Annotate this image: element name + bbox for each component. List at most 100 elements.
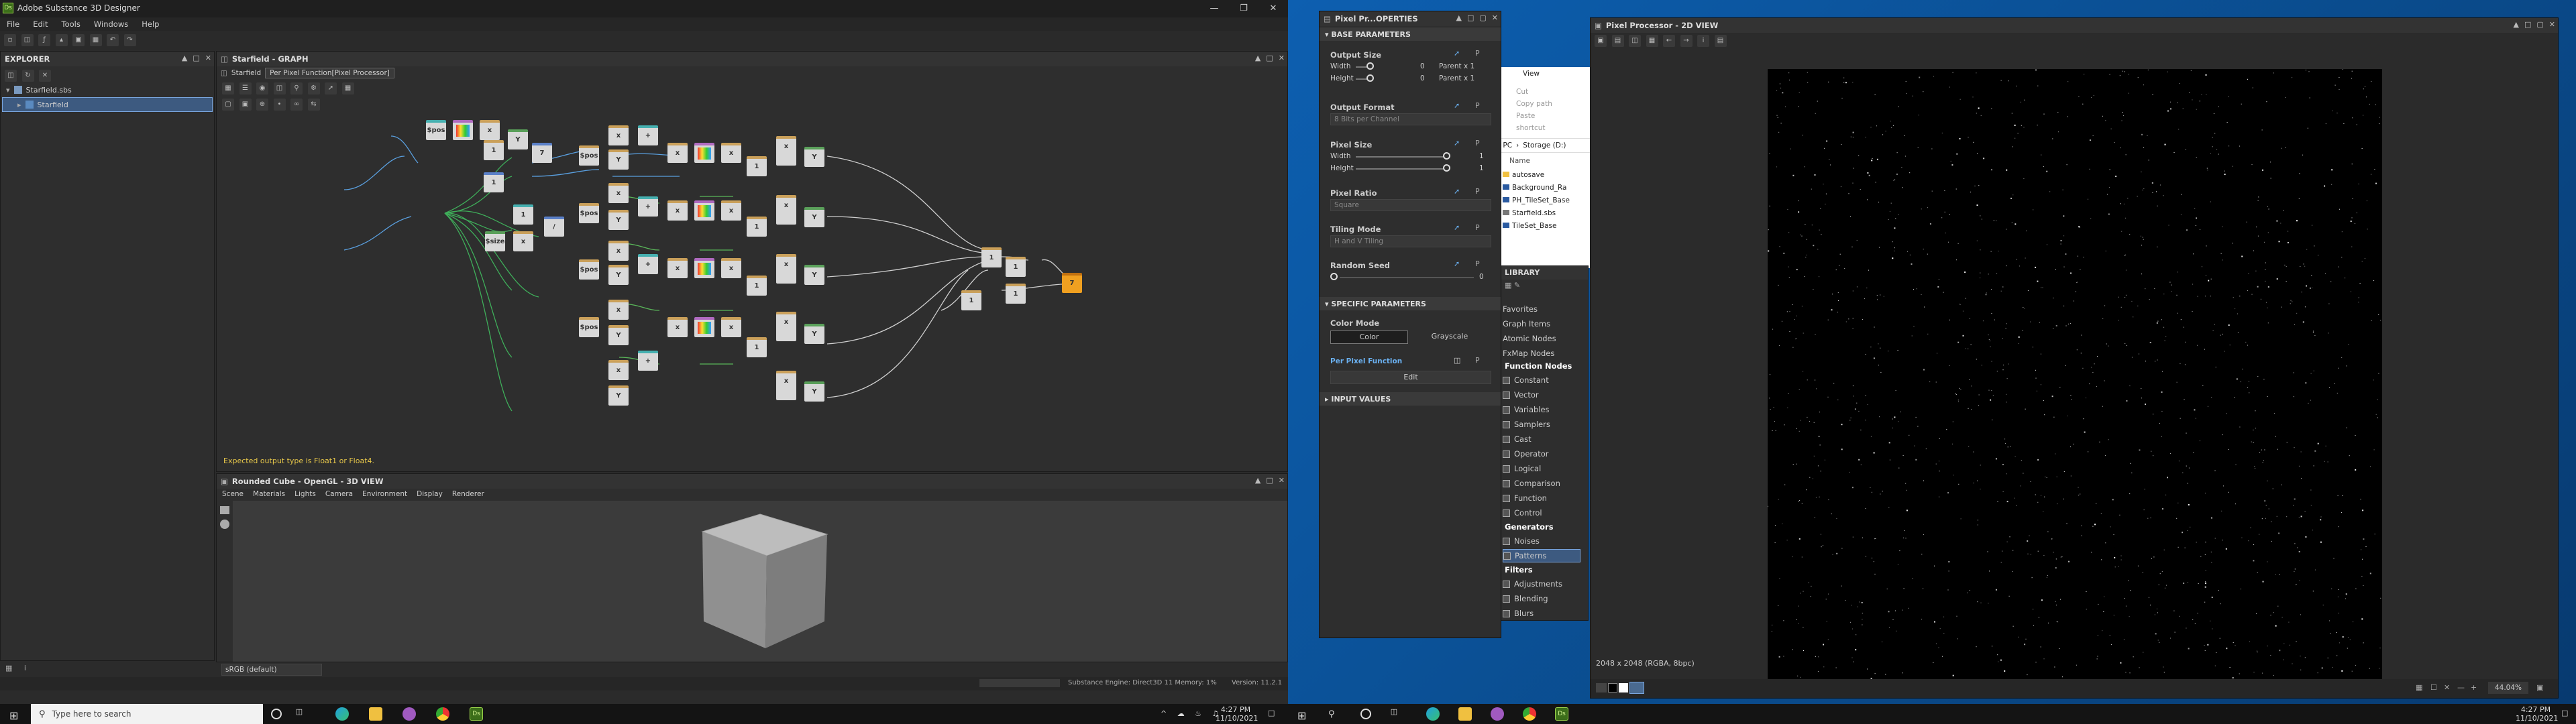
frame-all-icon[interactable]: ▦: [222, 82, 234, 95]
node-swz-a2[interactable]: Y: [608, 210, 629, 230]
node-pos-2[interactable]: $pos: [579, 203, 599, 223]
channels-icon[interactable]: ◫: [1629, 35, 1641, 47]
designer-taskbar-icon[interactable]: Ds: [470, 707, 483, 721]
file-explorer-icon[interactable]: [1458, 707, 1472, 721]
node-merge-1[interactable]: 1: [981, 247, 1002, 267]
prev-icon[interactable]: ←: [1663, 35, 1675, 47]
menu-help[interactable]: Help: [142, 19, 159, 29]
node-swz-a1[interactable]: Y: [608, 149, 629, 170]
menu-lights[interactable]: Lights: [294, 490, 316, 499]
file-item[interactable]: PH_TileSet_Base: [1503, 194, 1576, 207]
inherit-icon[interactable]: P: [1475, 356, 1480, 365]
output-height-mode[interactable]: Parent x 1: [1439, 74, 1474, 82]
lock-icon[interactable]: ▣: [2536, 683, 2543, 692]
link-icon[interactable]: ↻: [21, 70, 34, 82]
node-multiply[interactable]: x: [480, 120, 500, 140]
edge-icon[interactable]: [1426, 707, 1440, 721]
file-explorer-icon[interactable]: [369, 707, 382, 721]
library-filters-header[interactable]: Filters: [1505, 565, 1533, 575]
close-package-icon[interactable]: ✕: [39, 70, 51, 82]
color-picker-icon[interactable]: [1596, 683, 1607, 692]
link-icon[interactable]: ➚: [1454, 101, 1460, 110]
output-width-value[interactable]: 0: [1420, 62, 1425, 70]
float-icon[interactable]: □: [1467, 13, 1474, 22]
random-seed-slider[interactable]: [1340, 277, 1474, 278]
output-width-knob[interactable]: [1366, 62, 1374, 70]
cortana-icon[interactable]: [1360, 709, 1371, 719]
library-constant[interactable]: Constant: [1503, 373, 1580, 387]
node-divide[interactable]: /: [544, 217, 564, 237]
pin-icon[interactable]: ▲: [1456, 13, 1462, 22]
link-icon[interactable]: ➚: [1454, 259, 1460, 268]
dot-icon[interactable]: •: [273, 99, 286, 111]
library-comparison[interactable]: Comparison: [1503, 477, 1580, 490]
node-swz-g5[interactable]: Y: [804, 381, 824, 402]
node-rand-2[interactable]: [694, 200, 714, 221]
light-icon[interactable]: [220, 520, 229, 529]
zoom-field[interactable]: 44.04%: [2488, 682, 2528, 694]
ungroup-icon[interactable]: ⇆: [307, 99, 320, 111]
node-mul-a3[interactable]: x: [608, 241, 629, 261]
node-rand-1[interactable]: [694, 143, 714, 163]
file-item[interactable]: TileSet_Base: [1503, 220, 1576, 233]
close-panel-icon[interactable]: ✕: [1279, 476, 1285, 485]
link-icon[interactable]: ➚: [1454, 49, 1460, 58]
graph-row[interactable]: ▸ Starfield: [2, 97, 213, 112]
link-icon[interactable]: ∞: [290, 99, 303, 111]
library-generators-header[interactable]: Generators: [1505, 522, 1554, 532]
library-cast[interactable]: Cast: [1503, 432, 1580, 446]
task-view-icon[interactable]: ◫: [1387, 707, 1401, 721]
package-row[interactable]: ▾ Starfield.sbs: [1, 82, 214, 97]
node-merge-2[interactable]: 1: [1006, 257, 1026, 277]
inherit-icon[interactable]: P: [1475, 259, 1480, 268]
maximize-icon[interactable]: ▢: [2536, 20, 2543, 29]
float-icon[interactable]: □: [2524, 20, 2531, 29]
link-icon[interactable]: ➚: [1454, 139, 1460, 147]
close-panel-icon[interactable]: ✕: [1279, 54, 1285, 62]
specific-parameters-header[interactable]: ▾ SPECIFIC PARAMETERS: [1320, 297, 1501, 310]
node-add-b1[interactable]: +: [638, 125, 658, 145]
breadcrumb-graph[interactable]: Starfield: [231, 69, 261, 77]
graph-canvas[interactable]: $pos x Y 7 1 1 1 x $size / $pos $pos $po…: [217, 116, 1287, 471]
pixel-width-knob[interactable]: [1443, 152, 1450, 160]
library-function[interactable]: Function: [1503, 491, 1580, 505]
node-float-3[interactable]: 1: [513, 204, 533, 225]
library-patterns[interactable]: Patterns: [1503, 549, 1580, 562]
color-mode-grayscale[interactable]: Grayscale: [1411, 330, 1489, 344]
float-icon[interactable]: □: [1266, 54, 1273, 62]
pin-icon[interactable]: ▲: [1255, 476, 1260, 485]
random-seed-knob[interactable]: [1330, 273, 1338, 280]
tiling-mode-dropdown[interactable]: H and V Tiling: [1330, 235, 1491, 247]
redo-icon[interactable]: ↷: [123, 34, 136, 46]
edit-button[interactable]: Edit: [1330, 371, 1491, 384]
node-add-b3[interactable]: +: [638, 254, 658, 274]
menu-display[interactable]: Display: [417, 490, 443, 499]
inherit-icon[interactable]: P: [1475, 223, 1480, 232]
task-view-icon[interactable]: ◫: [292, 707, 306, 721]
fit-icon[interactable]: ☐: [2430, 683, 2437, 692]
library-control[interactable]: Control: [1503, 506, 1580, 520]
inherit-icon[interactable]: P: [1475, 187, 1480, 196]
new-package-icon[interactable]: ▫: [4, 34, 16, 46]
menu-renderer[interactable]: Renderer: [452, 490, 484, 499]
filter-icon[interactable]: ▦: [1505, 281, 1511, 290]
path-drive[interactable]: Storage (D:): [1523, 141, 1566, 149]
cortana-icon[interactable]: [271, 709, 282, 719]
menu-windows[interactable]: Windows: [94, 19, 128, 29]
library-adjustments[interactable]: Adjustments: [1503, 577, 1580, 591]
function-graph-icon[interactable]: ◫: [1454, 356, 1460, 365]
input-values-header[interactable]: ▸ INPUT VALUES: [1320, 392, 1501, 406]
frame-icon[interactable]: ▣: [239, 99, 252, 111]
file-item[interactable]: Background_Ra: [1503, 182, 1576, 194]
pin-icon[interactable]: ▲: [182, 54, 187, 62]
layout-icon[interactable]: ◫: [273, 82, 286, 95]
new-graph-icon[interactable]: ◫: [21, 34, 34, 46]
view-tab[interactable]: View: [1489, 67, 1590, 82]
node-swz-g3[interactable]: Y: [804, 265, 824, 285]
pixel-height-slider[interactable]: [1356, 168, 1447, 170]
search-icon[interactable]: ⚲: [290, 82, 303, 95]
node-swz-g1[interactable]: Y: [804, 147, 824, 167]
search-box[interactable]: ⚲ Type here to search: [31, 704, 263, 724]
save-all-icon[interactable]: ▦: [89, 34, 102, 46]
menu-camera[interactable]: Camera: [325, 490, 353, 499]
